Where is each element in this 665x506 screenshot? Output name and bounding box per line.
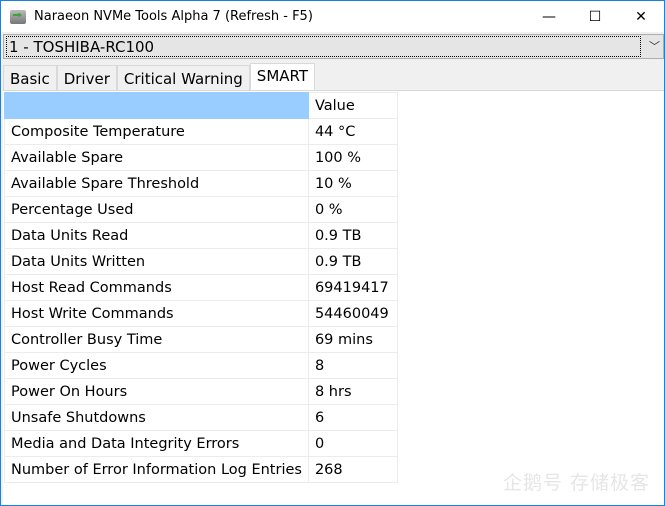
attribute-name: Data Units Read: [4, 222, 309, 249]
chevron-down-icon[interactable]: ﹀: [649, 38, 660, 54]
table-row[interactable]: Power Cycles 8: [4, 352, 398, 379]
attribute-value: 0 %: [307, 196, 398, 223]
attribute-name: Media and Data Integrity Errors: [4, 430, 309, 457]
attribute-value: 8 hrs: [307, 378, 398, 405]
attribute-name: Composite Temperature: [4, 118, 309, 145]
maximize-button[interactable]: ☐: [572, 1, 618, 32]
table-row[interactable]: Media and Data Integrity Errors 0: [4, 430, 398, 457]
table-row[interactable]: Percentage Used 0 %: [4, 196, 398, 223]
app-window: Naraeon NVMe Tools Alpha 7 (Refresh - F5…: [0, 0, 665, 506]
attribute-value: 10 %: [307, 170, 398, 197]
table-row[interactable]: Host Write Commands 54460049: [4, 300, 398, 327]
attribute-value: 6: [307, 404, 398, 431]
attribute-name: Number of Error Information Log Entries: [4, 456, 309, 483]
smart-panel: Value Composite Temperature 44 °C Availabl…: [3, 90, 664, 505]
attribute-value: 69 mins: [307, 326, 398, 353]
header-value: Value: [307, 92, 398, 119]
device-select[interactable]: 1 - TOSHIBA-RC100 ﹀: [3, 34, 664, 59]
app-icon: [10, 9, 26, 24]
table-row[interactable]: Data Units Written 0.9 TB: [4, 248, 398, 275]
table-row[interactable]: Data Units Read 0.9 TB: [4, 222, 398, 249]
attribute-value: 8: [307, 352, 398, 379]
attribute-name: Unsafe Shutdowns: [4, 404, 309, 431]
attribute-name: Controller Busy Time: [4, 326, 309, 353]
close-button[interactable]: ✕: [618, 1, 664, 32]
attribute-name: Host Write Commands: [4, 300, 309, 327]
attribute-name: Host Read Commands: [4, 274, 309, 301]
table-row[interactable]: Number of Error Information Log Entries 2…: [4, 456, 398, 483]
tab-smart[interactable]: SMART: [249, 63, 316, 91]
attribute-value: 69419417: [307, 274, 398, 301]
tab-critical-warning[interactable]: Critical Warning: [116, 65, 250, 91]
attribute-value: 0.9 TB: [307, 248, 398, 275]
tab-basic[interactable]: Basic: [3, 65, 57, 91]
window-title: Naraeon NVMe Tools Alpha 7 (Refresh - F5…: [34, 9, 313, 24]
tab-bar: Basic Driver Critical Warning SMART: [3, 63, 316, 91]
header-name: [4, 92, 309, 119]
table-row[interactable]: Host Read Commands 69419417: [4, 274, 398, 301]
table-row[interactable]: Controller Busy Time 69 mins: [4, 326, 398, 353]
device-select-value: 1 - TOSHIBA-RC100: [6, 36, 641, 57]
attribute-name: Power Cycles: [4, 352, 309, 379]
table-header: Value: [4, 92, 398, 119]
attribute-value: 54460049: [307, 300, 398, 327]
tab-driver[interactable]: Driver: [56, 65, 117, 91]
table-row[interactable]: Unsafe Shutdowns 6: [4, 404, 398, 431]
attribute-value: 268: [307, 456, 398, 483]
attribute-name: Percentage Used: [4, 196, 309, 223]
minimize-button[interactable]: —: [526, 1, 572, 32]
title-bar: Naraeon NVMe Tools Alpha 7 (Refresh - F5…: [1, 1, 664, 32]
table-row[interactable]: Available Spare Threshold 10 %: [4, 170, 398, 197]
attribute-name: Power On Hours: [4, 378, 309, 405]
table-row[interactable]: Power On Hours 8 hrs: [4, 378, 398, 405]
attribute-value: 44 °C: [307, 118, 398, 145]
attribute-value: 0.9 TB: [307, 222, 398, 249]
smart-table: Value Composite Temperature 44 °C Availabl…: [4, 92, 398, 483]
attribute-value: 100 %: [307, 144, 398, 171]
attribute-name: Available Spare: [4, 144, 309, 171]
table-row[interactable]: Available Spare 100 %: [4, 144, 398, 171]
watermark: 企鹅号 存储极客: [502, 472, 650, 494]
attribute-name: Available Spare Threshold: [4, 170, 309, 197]
attribute-value: 0: [307, 430, 398, 457]
table-row[interactable]: Composite Temperature 44 °C: [4, 118, 398, 145]
attribute-name: Data Units Written: [4, 248, 309, 275]
